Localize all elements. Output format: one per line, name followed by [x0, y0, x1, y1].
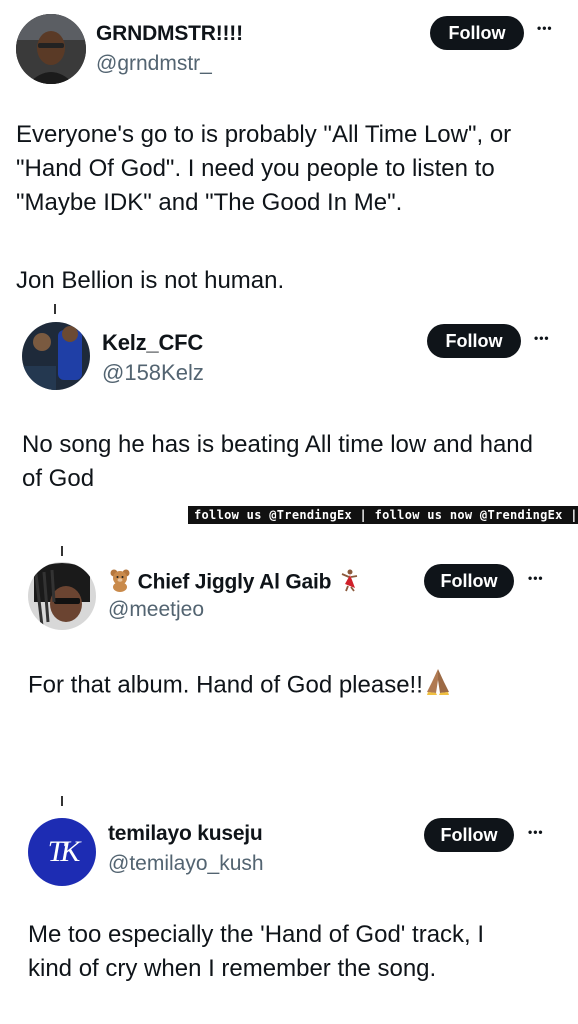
- tweet-chief-jiggly: Chief Jiggly Al Gaib @meetjeo Follow •••…: [0, 556, 578, 706]
- avatar[interactable]: TK: [28, 818, 96, 886]
- follow-button[interactable]: Follow: [424, 564, 514, 598]
- more-options-icon[interactable]: •••: [537, 22, 553, 34]
- user-photo-icon: [16, 14, 86, 84]
- tweet-text: For that album. Hand of God please!!: [28, 671, 423, 699]
- display-name[interactable]: Kelz_CFC: [102, 330, 203, 356]
- tweet-grndmstr: GRNDMSTR!!!! @grndmstr_ Follow ••• Every…: [0, 0, 578, 300]
- display-name-row[interactable]: Chief Jiggly Al Gaib: [108, 568, 361, 598]
- display-name[interactable]: GRNDMSTR!!!!: [96, 22, 243, 46]
- tweet-text: Everyone's go to is probably "All Time L…: [16, 121, 512, 216]
- follow-button[interactable]: Follow: [424, 818, 514, 852]
- user-photo-icon: [28, 562, 96, 630]
- dancer-icon: [337, 568, 361, 598]
- more-options-icon[interactable]: •••: [528, 572, 544, 584]
- avatar-initials: TK: [47, 835, 81, 868]
- avatar[interactable]: [28, 562, 96, 630]
- teddy-bear-icon: [108, 568, 132, 598]
- user-handle[interactable]: @grndmstr_: [96, 52, 212, 76]
- watermark-banner: follow us @TrendingEx | follow us now @T…: [188, 506, 578, 524]
- follow-button[interactable]: Follow: [427, 324, 521, 358]
- more-options-icon[interactable]: •••: [528, 826, 544, 838]
- folded-hands-icon: [423, 666, 453, 706]
- tweet-kelz: Kelz_CFC @158Kelz Follow ••• No song he …: [0, 316, 578, 506]
- display-name: Chief Jiggly Al Gaib: [137, 570, 332, 594]
- tweet-text-row: For that album. Hand of God please!!: [28, 666, 548, 706]
- user-handle[interactable]: @temilayo_kush: [108, 852, 264, 876]
- tweet-text: Me too especially the 'Hand of God' trac…: [28, 921, 485, 982]
- thread-connector: [61, 546, 63, 556]
- user-photo-icon: [22, 322, 90, 390]
- tweet-temilayo: TK temilayo kuseju @temilayo_kush Follow…: [0, 806, 578, 1006]
- user-handle[interactable]: @158Kelz: [102, 360, 204, 386]
- tweet-text: No song he has is beating All time low a…: [22, 431, 533, 492]
- user-handle[interactable]: @meetjeo: [108, 598, 204, 622]
- thread-connector: [54, 304, 56, 314]
- more-options-icon[interactable]: •••: [534, 332, 550, 344]
- avatar[interactable]: [22, 322, 90, 390]
- display-name[interactable]: temilayo kuseju: [108, 822, 263, 846]
- thread-connector: [61, 796, 63, 806]
- avatar[interactable]: [16, 14, 86, 84]
- follow-button[interactable]: Follow: [430, 16, 524, 50]
- tweet-text-second-paragraph: Jon Bellion is not human.: [16, 267, 285, 294]
